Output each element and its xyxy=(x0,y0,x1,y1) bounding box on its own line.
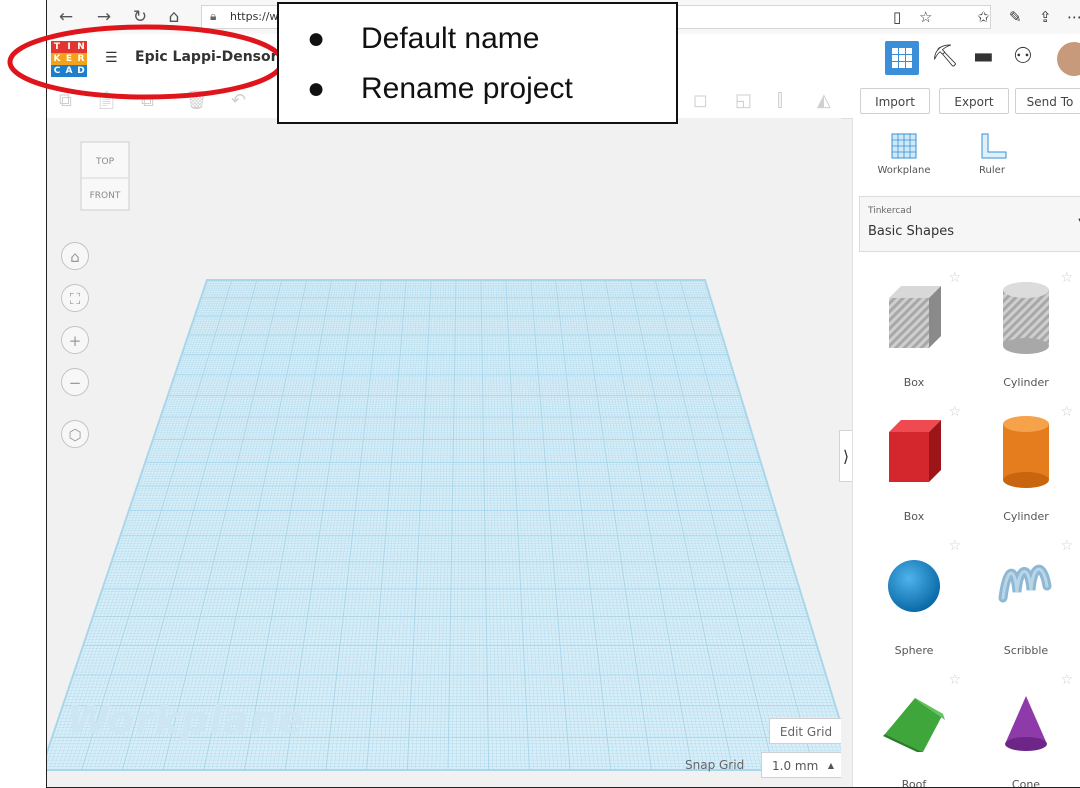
favorite-star-icon[interactable]: ☆ xyxy=(919,6,932,28)
send-to-button[interactable]: Send To xyxy=(1015,88,1080,114)
logo-letter: E xyxy=(63,53,75,65)
hole-icon[interactable]: ◻ xyxy=(693,92,708,110)
edit-grid-button[interactable]: Edit Grid xyxy=(769,718,841,744)
logo-letter: A xyxy=(63,65,75,77)
panel-collapse-button[interactable]: ⟩ xyxy=(839,430,853,482)
shape-label: Sphere xyxy=(894,644,934,657)
logo-letter: D xyxy=(75,65,87,77)
logo-letter: N xyxy=(75,41,87,53)
sphere-icon xyxy=(888,560,940,612)
box-icon xyxy=(889,420,941,482)
shapes-panel: Workplane Ruler Tinkercad Basic Shapes ▼… xyxy=(852,118,1080,788)
blocks-icon[interactable]: ⛏ xyxy=(931,44,959,69)
chevron-up-icon: ▲ xyxy=(827,761,834,770)
forward-icon[interactable]: → xyxy=(93,6,115,28)
category-name: Basic Shapes xyxy=(868,224,955,239)
shape-label: Box xyxy=(903,510,925,523)
viewcube-top-label: TOP xyxy=(95,157,115,167)
cylinder-icon xyxy=(1003,416,1049,488)
lock-icon: 🔒︎ xyxy=(210,9,217,23)
shape-cylinder-gray[interactable]: ☆ Cylinder xyxy=(971,268,1080,398)
shape-scribble[interactable]: ☆ Scribble xyxy=(971,536,1080,666)
category-source: Tinkercad xyxy=(868,206,912,216)
ruler-icon xyxy=(981,133,1007,159)
workplane-tool-label: Workplane xyxy=(877,165,931,176)
logo-letter: R xyxy=(75,53,87,65)
ungroup-icon[interactable]: ◱ xyxy=(735,92,752,110)
cylinder-icon xyxy=(1003,282,1049,354)
cone-icon xyxy=(1005,696,1047,751)
import-button[interactable]: Import xyxy=(860,88,930,114)
logo-letter: I xyxy=(63,41,75,53)
view-cube[interactable]: TOP FRONT xyxy=(77,140,133,212)
copy-icon[interactable]: ⧉ xyxy=(59,92,72,110)
workplane-watermark: Workplane xyxy=(67,698,305,742)
shape-label: Box xyxy=(903,376,925,389)
shape-box-red[interactable]: ☆ Box xyxy=(859,402,969,532)
3d-design-view-button[interactable] xyxy=(885,41,919,75)
shape-label: Roof xyxy=(901,778,927,788)
home-icon[interactable]: ⌂ xyxy=(163,6,185,28)
add-user-icon[interactable]: ⚇ xyxy=(1013,44,1033,69)
callout-text: Default name xyxy=(361,22,540,55)
logo-letter: K xyxy=(51,53,63,65)
delete-icon[interactable]: 🗑︎ xyxy=(185,92,208,110)
shape-cylinder-orange[interactable]: ☆ Cylinder xyxy=(971,402,1080,532)
annotation-callout: ● Default name ● Rename project xyxy=(277,2,678,124)
reload-icon[interactable]: ↻ xyxy=(129,6,151,28)
callout-line: ● Rename project xyxy=(307,72,573,105)
logo-letter: T xyxy=(51,41,63,53)
viewcube-front-label: FRONT xyxy=(90,191,121,201)
tinkercad-logo[interactable]: T I N K E R C A D xyxy=(51,41,87,77)
fit-view-icon[interactable]: ⛶ xyxy=(61,284,89,312)
ruler-tool[interactable]: Ruler xyxy=(957,132,1027,176)
logo-letter: C xyxy=(51,65,63,77)
align-icon[interactable]: ⫿ xyxy=(777,92,783,110)
scribble-icon xyxy=(998,564,1052,603)
back-icon[interactable]: ← xyxy=(55,6,77,28)
favorites-bar-icon[interactable]: ✩ xyxy=(977,6,990,28)
snap-grid-select[interactable]: 1.0 mm ▲ xyxy=(761,752,841,778)
shape-category-select[interactable]: Tinkercad Basic Shapes ▼ xyxy=(859,196,1080,252)
zoom-out-icon[interactable]: − xyxy=(61,368,89,396)
shape-box-gray[interactable]: ☆ Box xyxy=(859,268,969,398)
shape-roof[interactable]: ☆ Roof xyxy=(859,670,969,788)
home-view-icon[interactable]: ⌂ xyxy=(61,242,89,270)
workplane-grid[interactable] xyxy=(47,118,841,788)
zoom-in-icon[interactable]: + xyxy=(61,326,89,354)
export-button[interactable]: Export xyxy=(939,88,1009,114)
snap-grid-label: Snap Grid xyxy=(685,758,745,772)
design-menu-icon[interactable]: ☰ xyxy=(105,48,123,68)
shape-label: Cylinder xyxy=(1003,510,1049,523)
callout-text: Rename project xyxy=(361,72,573,105)
mirror-icon[interactable]: ◭ xyxy=(817,92,831,110)
shape-sphere[interactable]: ☆ Sphere xyxy=(859,536,969,666)
duplicate-icon[interactable]: ⧉ xyxy=(141,92,154,110)
shape-label: Cone xyxy=(1011,778,1041,788)
project-name[interactable]: Epic Lappi-Densor xyxy=(135,49,278,65)
shape-cone[interactable]: ☆ Cone xyxy=(971,670,1080,788)
bricks-icon[interactable]: ▬ xyxy=(973,44,994,69)
url-text: https://w xyxy=(230,10,279,23)
snap-grid-value: 1.0 mm xyxy=(772,759,819,773)
workplane-viewport[interactable]: TOP FRONT ⌂ ⛶ + − ⬡ Workplane Edit Grid … xyxy=(47,118,841,788)
avatar[interactable] xyxy=(1057,42,1080,76)
perspective-icon[interactable]: ⬡ xyxy=(61,420,89,448)
workplane-icon xyxy=(891,133,917,159)
pen-icon[interactable]: ✎ xyxy=(1009,6,1022,28)
roof-icon xyxy=(883,698,945,752)
callout-line: ● Default name xyxy=(307,22,540,55)
undo-icon[interactable]: ↶ xyxy=(231,92,246,110)
paste-icon[interactable]: 📋︎ xyxy=(95,92,118,110)
box-icon xyxy=(889,286,941,348)
reading-view-icon[interactable]: ▯ xyxy=(893,6,901,28)
shape-label: Cylinder xyxy=(1003,376,1049,389)
shape-label: Scribble xyxy=(1003,644,1049,657)
ruler-tool-label: Ruler xyxy=(979,165,1005,176)
share-icon[interactable]: ⇪ xyxy=(1039,6,1052,28)
workplane-tool[interactable]: Workplane xyxy=(869,132,939,176)
more-icon[interactable]: ⋯ xyxy=(1067,6,1080,28)
